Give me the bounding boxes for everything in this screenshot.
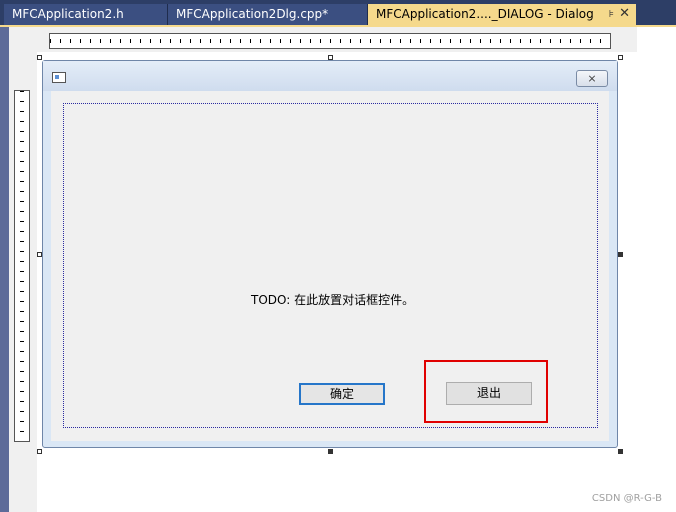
tab-dialog-resource[interactable]: MFCApplication2...._DIALOG - Dialog ⊧ ✕	[368, 4, 636, 25]
ok-button[interactable]: 确定	[299, 383, 385, 405]
resize-handle-bottom[interactable]	[328, 449, 333, 454]
resize-handle-bottom-left	[37, 449, 42, 454]
resize-handle-right[interactable]	[618, 252, 623, 257]
pin-icon[interactable]: ⊧	[609, 9, 614, 20]
tab-mfcapplication2-h[interactable]: MFCApplication2.h	[4, 4, 168, 25]
static-text-todo[interactable]: TODO: 在此放置对话框控件。	[251, 291, 414, 308]
tab-mfcapplication2dlg-cpp[interactable]: MFCApplication2Dlg.cpp*	[168, 4, 368, 25]
watermark: CSDN @R-G-B	[591, 493, 662, 504]
highlight-annotation	[424, 360, 548, 423]
horizontal-ruler[interactable]	[49, 33, 611, 49]
resize-handle-left	[37, 252, 42, 257]
close-icon[interactable]: ✕	[619, 6, 630, 21]
tab-label: MFCApplication2.h	[12, 7, 124, 21]
left-toolbar-strip	[0, 27, 9, 512]
resize-handle-top-right	[618, 55, 623, 60]
dialog-close-button[interactable]: ⨯	[576, 70, 608, 87]
resize-handle-top	[328, 55, 333, 60]
tab-label: MFCApplication2Dlg.cpp*	[176, 7, 329, 21]
vertical-ruler[interactable]	[14, 90, 30, 442]
document-tab-strip: MFCApplication2.h MFCApplication2Dlg.cpp…	[0, 0, 676, 26]
dialog-titlebar[interactable]: ⨯	[43, 61, 617, 91]
resize-handle-top-left	[37, 55, 42, 60]
resize-handle-bottom-right[interactable]	[618, 449, 623, 454]
close-icon: ⨯	[587, 72, 597, 85]
window-icon	[52, 72, 66, 83]
tab-label: MFCApplication2...._DIALOG - Dialog	[376, 7, 594, 21]
